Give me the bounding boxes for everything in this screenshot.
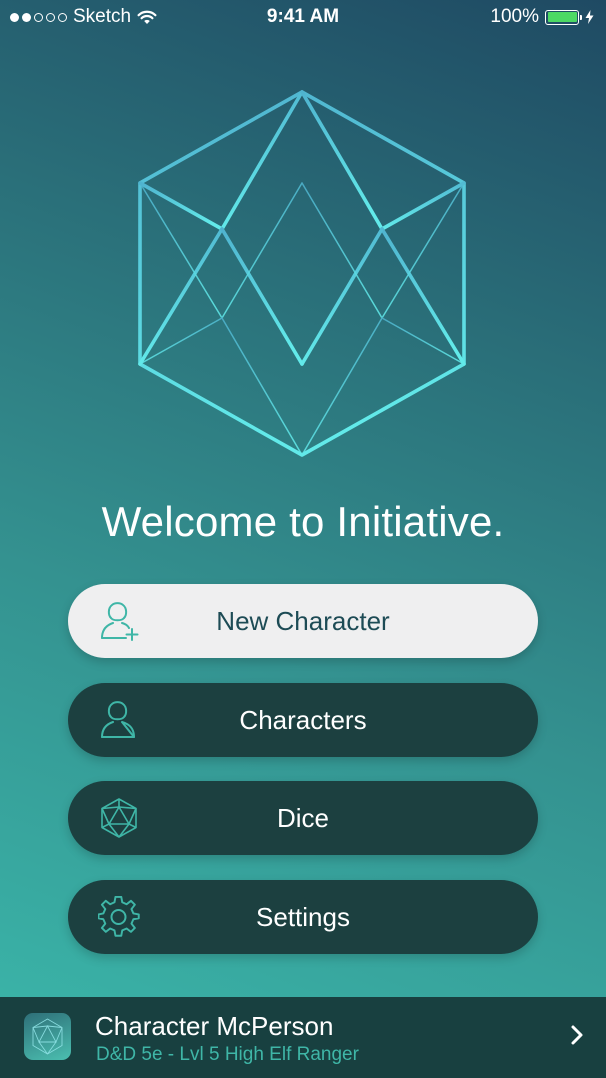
d20-thumbnail-icon bbox=[32, 1018, 63, 1055]
status-bar: Sketch 9:41 AM 100% bbox=[0, 0, 606, 34]
characters-label: Characters bbox=[239, 705, 367, 735]
character-avatar bbox=[24, 1013, 71, 1060]
settings-label: Settings bbox=[256, 902, 350, 932]
new-character-button[interactable]: New Character bbox=[68, 584, 538, 658]
welcome-heading: Welcome to Initiative. bbox=[101, 498, 505, 545]
battery-icon bbox=[545, 9, 582, 25]
characters-button[interactable]: Characters bbox=[68, 683, 538, 757]
d20-icosahedron-logo-icon bbox=[138, 90, 466, 457]
current-character-bar[interactable]: Character McPerson D&D 5e - Lvl 5 High E… bbox=[0, 997, 606, 1078]
character-subtitle: D&D 5e - Lvl 5 High Elf Ranger bbox=[96, 1044, 359, 1065]
character-name: Character McPerson bbox=[95, 1011, 334, 1041]
charging-bolt-icon bbox=[585, 10, 594, 24]
battery-percent: 100% bbox=[490, 6, 539, 27]
chevron-right-icon[interactable] bbox=[570, 1024, 584, 1046]
new-character-label: New Character bbox=[216, 606, 390, 636]
status-right: 100% bbox=[490, 6, 594, 28]
settings-button[interactable]: Settings bbox=[68, 880, 538, 954]
dice-button[interactable]: Dice bbox=[68, 781, 538, 855]
dice-label: Dice bbox=[276, 803, 329, 833]
